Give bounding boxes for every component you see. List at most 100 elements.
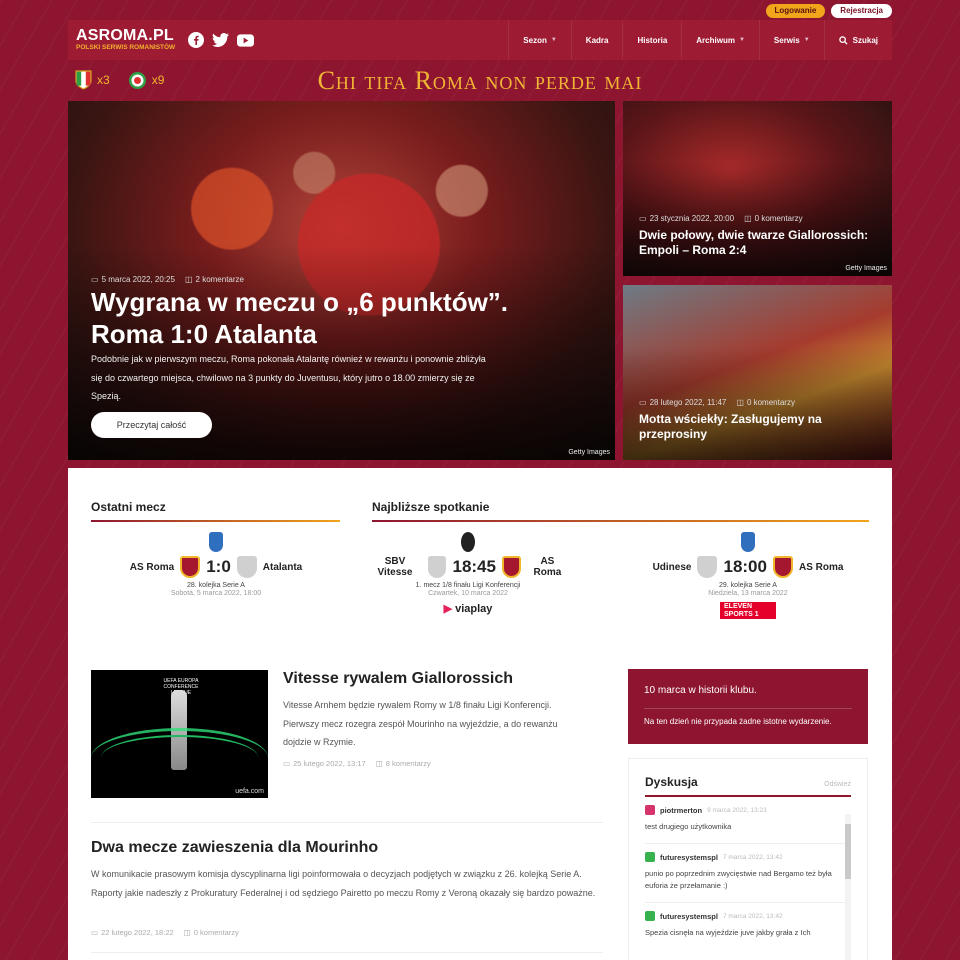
comment-time: 7 marca 2022, 13:42 (722, 853, 783, 861)
article-title[interactable]: Dwa mecze zawieszenia dla Mourinho (91, 839, 378, 857)
auth-bar: Logowanie Rejestracja (765, 4, 892, 18)
hero-date-text: 5 marca 2022, 20:25 (101, 275, 175, 284)
match-info: 28. kolejka Serie A (187, 582, 245, 589)
main-navbar: ASROMA.PL POLSKI SERWIS ROMANISTÓW Sezon… (68, 20, 892, 60)
read-more-button[interactable]: Przeczytaj całość (91, 412, 212, 438)
scrollbar-thumb[interactable] (845, 824, 851, 879)
logo-name: ASROMA.PL (76, 27, 174, 45)
article-body: W komunikacie prasowym komisja dyscyplin… (91, 869, 596, 898)
hero-comments-text: 2 komentarze (195, 275, 244, 284)
comment-text: test drugiego użytkownika (645, 822, 732, 831)
comment-time: 7 marca 2022, 13:42 (722, 912, 783, 920)
comment-text: punio po poprzednim zwycięstwie nad Berg… (645, 869, 832, 890)
comments-icon: ◫ (744, 214, 752, 223)
side-title[interactable]: Dwie połowy, dwie twarze Giallorossich: … (639, 228, 889, 258)
comment-user[interactable]: futuresystemspl (660, 853, 718, 862)
comment-text: Spezia cisnęła na wyjeździe juve jakby g… (645, 928, 811, 937)
discussion-widget: Dyskusja Odśwież piotrmerton 9 marca 202… (628, 758, 868, 960)
avatar (645, 805, 655, 815)
menu-label: Kadra (585, 35, 609, 45)
match-row: AS Roma 1:0 Atalanta (116, 556, 316, 578)
discussion-header: Dyskusja Odśwież (645, 775, 851, 797)
article-comments-text: 0 komentarzy (193, 928, 239, 937)
comment-item: futuresystemspl 7 marca 2022, 13:42 puni… (645, 844, 845, 903)
side-comments-text: 0 komentarzy (754, 214, 803, 223)
calendar-icon: ▭ (91, 928, 99, 937)
article-date: ▭ 22 lutego 2022, 18:22 (91, 928, 174, 937)
match-info: 29. kolejka Serie A (719, 582, 777, 589)
discussion-scrollbar[interactable] (845, 814, 851, 960)
side-title[interactable]: Motta wściekły: Zasługujemy na przeprosi… (639, 412, 889, 442)
side-article-2[interactable]: ▭ 28 lutego 2022, 11:47 ◫ 0 komentarzy Mot… (623, 285, 892, 460)
history-divider (644, 708, 852, 709)
login-button[interactable]: Logowanie (765, 4, 826, 18)
menu-item-sezon[interactable]: Sezon ▼ (508, 20, 571, 60)
away-team: AS Roma (533, 556, 562, 578)
hero-date: ▭ 5 marca 2022, 20:25 (91, 275, 175, 284)
refresh-link[interactable]: Odśwież (824, 781, 851, 788)
article-body: Vitesse Arnhem będzie rywalem Romy w 1/8… (283, 700, 558, 747)
image-credit: Getty Images (845, 265, 887, 272)
comment-user[interactable]: piotrmerton (660, 806, 702, 815)
main-menu: Sezon ▼ Kadra Historia Archiwum ▼ Serwis ▼ … (508, 20, 892, 60)
twitter-icon[interactable] (212, 32, 230, 49)
last-match-card[interactable]: AS Roma 1:0 Atalanta 28. kolejka Serie A… (116, 532, 316, 597)
serie-a-logo (741, 532, 755, 552)
comments-icon: ◫ (736, 398, 744, 407)
home-team: AS Roma (129, 561, 175, 573)
menu-item-historia[interactable]: Historia (622, 20, 681, 60)
article-title[interactable]: Vitesse rywalem Giallorossich (283, 670, 513, 688)
side-article-1[interactable]: ▭ 23 stycznia 2022, 20:00 ◫ 0 komentarzy D… (623, 101, 892, 276)
menu-item-archiwum[interactable]: Archiwum ▼ (681, 20, 759, 60)
hero-comments: ◫ 2 komentarze (185, 275, 244, 284)
side-meta: ▭ 23 stycznia 2022, 20:00 ◫ 0 komentarzy (639, 214, 803, 223)
chevron-down-icon: ▼ (550, 37, 557, 43)
avatar (645, 852, 655, 862)
chevron-down-icon: ▼ (738, 37, 745, 43)
coppa-italia-count: x9 (151, 73, 165, 87)
article-comments: ◫ 0 komentarzy (184, 928, 239, 937)
search-button[interactable]: Szukaj (823, 20, 892, 60)
youtube-icon[interactable] (237, 32, 255, 49)
roma-crest-icon (772, 556, 793, 578)
register-button[interactable]: Rejestracja (831, 4, 892, 18)
comment-author-row: futuresystemspl 7 marca 2022, 13:42 (645, 911, 845, 921)
comments-icon: ◫ (183, 928, 191, 937)
social-links (187, 32, 255, 49)
scudetto-icon (75, 70, 92, 90)
hero-title[interactable]: Wygrana w meczu o „6 punktów”. Roma 1:0 … (91, 286, 521, 350)
comment-user[interactable]: futuresystemspl (660, 912, 718, 921)
article-date-text: 25 lutego 2022, 13:17 (293, 759, 366, 768)
next-match-card[interactable]: SBV Vitesse 18:45 AS Roma 1. mecz 1/8 fi… (368, 532, 568, 615)
last-match-header: Ostatni mecz (91, 500, 340, 522)
menu-item-kadra[interactable]: Kadra (570, 20, 623, 60)
search-icon (838, 35, 848, 45)
article-date-text: 22 lutego 2022, 18:22 (101, 928, 174, 937)
glow-decoration (101, 735, 258, 780)
broadcaster-name: viaplay (455, 602, 493, 615)
team-crest-icon (236, 556, 257, 578)
article-image[interactable]: UEFA EUROPA CONFERENCE LEAGUE uefa.com (91, 670, 268, 798)
team-crest-icon (427, 556, 447, 578)
calendar-icon: ▭ (639, 214, 647, 223)
match-date: Niedziela, 13 marca 2022 (708, 590, 788, 597)
comment-author-row: piotrmerton 9 marca 2022, 13:23 (645, 805, 845, 815)
hero-article[interactable]: ▭ 5 marca 2022, 20:25 ◫ 2 komentarze Wygra… (68, 101, 615, 460)
menu-item-serwis[interactable]: Serwis ▼ (758, 20, 824, 60)
hero-lead: Podobnie jak w pierwszym meczu, Roma pok… (91, 354, 486, 401)
roma-crest-icon (501, 556, 521, 578)
eleven-sports-logo: ELEVEN SPORTS 1 (720, 602, 776, 620)
menu-label: Archiwum (696, 35, 735, 45)
history-box: 10 marca w historii klubu. Na ten dzień … (628, 669, 868, 744)
match-row: SBV Vitesse 18:45 AS Roma (368, 556, 568, 578)
serie-a-logo (209, 532, 223, 552)
home-team: Udinese (652, 561, 692, 573)
next-match-card[interactable]: Udinese 18:00 AS Roma 29. kolejka Serie … (648, 532, 848, 620)
history-text: Na ten dzień nie przypada żadne istotne … (644, 717, 832, 726)
facebook-icon[interactable] (187, 32, 204, 49)
match-time: 18:45 (452, 557, 496, 576)
side-date-text: 23 stycznia 2022, 20:00 (649, 214, 735, 223)
match-time: 18:00 (723, 557, 767, 576)
site-logo[interactable]: ASROMA.PL POLSKI SERWIS ROMANISTÓW (68, 28, 175, 52)
comment-author-row: futuresystemspl 7 marca 2022, 13:42 (645, 852, 845, 862)
